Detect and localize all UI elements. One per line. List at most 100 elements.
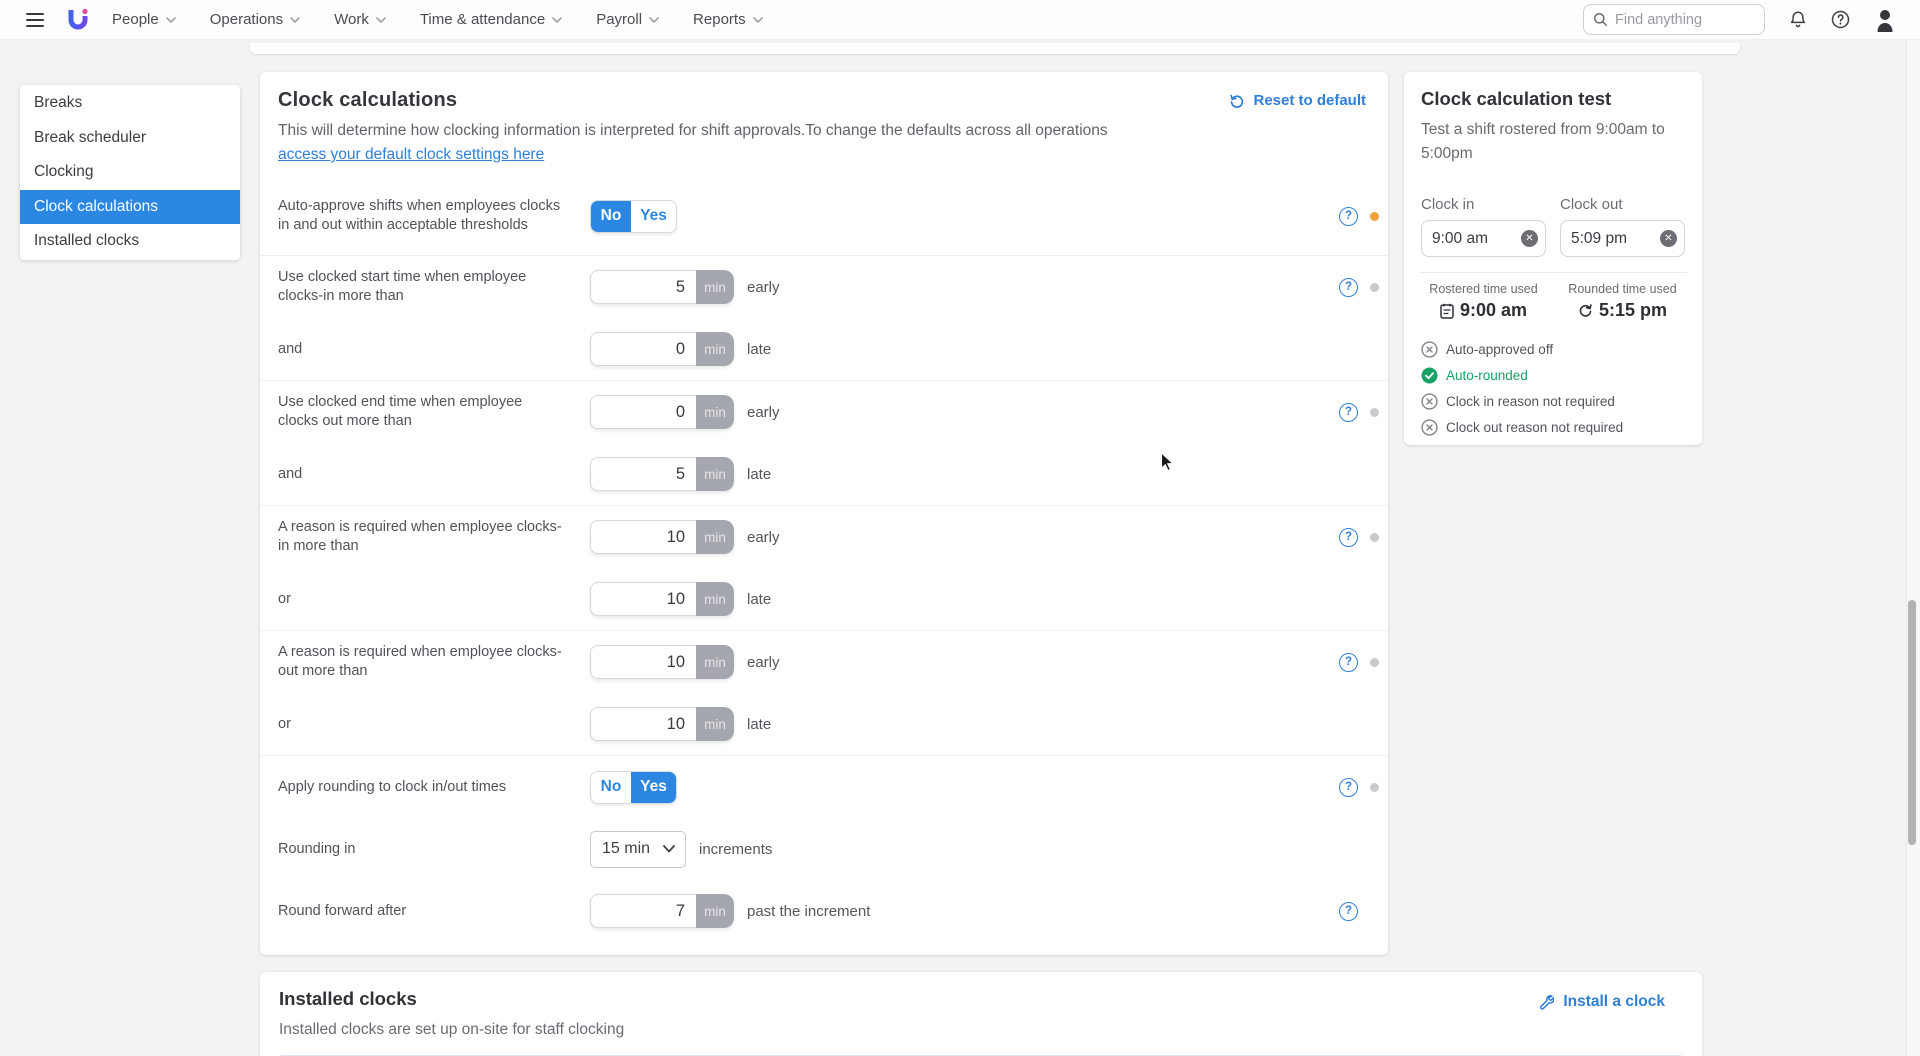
test-panel-title: Clock calculation test [1421,88,1685,110]
minutes-input[interactable] [590,270,696,304]
help-icon[interactable]: ? [1339,403,1358,422]
minutes-input[interactable] [590,457,696,491]
main-nav: People Operations Work Time & attendance… [112,11,763,28]
minutes-input[interactable] [590,894,696,928]
toggle-yes-button[interactable]: Yes [631,772,676,803]
setting-row-reason-out-late: or min late [260,693,1388,755]
auto-approve-toggle: No Yes [590,200,677,233]
search-input[interactable] [1615,12,1745,28]
refresh-icon [1578,303,1593,318]
minutes-input-group: min [590,332,734,366]
help-icon[interactable]: ? [1339,278,1358,297]
top-bar: People Operations Work Time & attendance… [0,0,1920,40]
suffix-label: late [747,716,771,733]
chevron-down-icon [753,17,763,23]
global-search [1583,4,1765,35]
setting-label: Apply rounding to clock in/out times [278,778,578,797]
rounded-time-value-row: 5:15 pm [1560,300,1685,321]
sidebar-item-clock-calculations[interactable]: Clock calculations [20,190,240,225]
minutes-input[interactable] [590,332,696,366]
minutes-input[interactable] [590,395,696,429]
nav-label: People [112,11,159,28]
minutes-input-group: min [590,520,734,554]
nav-payroll[interactable]: Payroll [596,11,659,28]
clear-icon[interactable]: ✕ [1660,230,1677,247]
setting-row-reason-in-late: or min late [260,568,1388,630]
user-avatar[interactable] [1874,8,1896,32]
unit-chip: min [696,707,734,741]
clear-icon[interactable]: ✕ [1521,230,1538,247]
minutes-input[interactable] [590,707,696,741]
help-icon[interactable]: ? [1339,528,1358,547]
status-clock-out-reason: Clock out reason not required [1421,419,1685,436]
chevron-down-icon [649,17,659,23]
status-dot [1370,283,1379,292]
setting-label: Round forward after [278,902,578,921]
toggle-no-button[interactable]: No [591,772,631,803]
sidebar-item-installed-clocks[interactable]: Installed clocks [20,224,240,259]
minutes-input[interactable] [590,582,696,616]
setting-row-clocked-start-early: Use clocked start time when employee clo… [260,256,1388,318]
status-auto-rounded: Auto-rounded [1421,367,1685,384]
status-clock-in-reason: Clock in reason not required [1421,393,1685,410]
minutes-input[interactable] [590,520,696,554]
search-icon [1593,12,1608,27]
nav-label: Work [334,11,369,28]
minutes-input[interactable] [590,645,696,679]
clock-calculations-card: Clock calculations Reset to default This… [260,72,1388,955]
sidebar-item-break-scheduler[interactable]: Break scheduler [20,121,240,156]
minutes-input-group: min [590,707,734,741]
app-logo[interactable] [66,7,90,33]
rounding-increment-select[interactable]: 15 min [590,831,686,868]
setting-row-apply-rounding: Apply rounding to clock in/out times No … [260,756,1388,818]
status-dot [1370,658,1379,667]
help-icon[interactable] [1831,10,1850,29]
status-dot [1370,212,1379,221]
setting-label: Use clocked start time when employee clo… [278,268,578,306]
setting-row-clocked-end-late: and min late [260,443,1388,505]
nav-reports[interactable]: Reports [693,11,763,28]
setting-row-reason-out-early: A reason is required when employee clock… [260,631,1388,693]
setting-label: Rounding in [278,840,578,859]
setting-row-auto-approve: Auto-approve shifts when employees clock… [260,177,1388,255]
unit-chip: min [696,894,734,928]
status-dot [1370,783,1379,792]
minutes-input-group: min [590,395,734,429]
setting-row-clocked-start-late: and min late [260,318,1388,380]
installed-clocks-card: Installed clocks Installed clocks are se… [260,972,1702,1056]
nav-operations[interactable]: Operations [210,11,300,28]
x-circle-icon [1421,341,1438,358]
scrollbar-thumb[interactable] [1908,600,1916,845]
sidebar-item-clocking[interactable]: Clocking [20,155,240,190]
schedule-icon [1440,303,1454,319]
notifications-bell-icon[interactable] [1789,10,1807,29]
help-icon[interactable]: ? [1339,902,1358,921]
help-icon[interactable]: ? [1339,207,1358,226]
setting-label: A reason is required when employee clock… [278,518,578,556]
setting-row-clocked-end-early: Use clocked end time when employee clock… [260,381,1388,443]
setting-label: A reason is required when employee clock… [278,643,578,681]
reset-icon [1229,93,1245,109]
toggle-yes-button[interactable]: Yes [631,201,676,232]
suffix-label: early [747,404,780,421]
nav-work[interactable]: Work [334,11,386,28]
installed-clocks-title: Installed clocks [279,988,624,1010]
install-a-clock-button[interactable]: Install a clock [1538,993,1665,1011]
status-text: Auto-approved off [1446,342,1553,357]
reset-to-default-button[interactable]: Reset to default [1229,92,1366,109]
scrollbar-track[interactable] [1906,40,1920,1056]
default-clock-settings-link[interactable]: access your default clock settings here [278,146,544,163]
nav-time-attendance[interactable]: Time & attendance [420,11,562,28]
section-description: This will determine how clocking informa… [278,119,1158,167]
toggle-no-button[interactable]: No [591,201,631,232]
minutes-input-group: min [590,270,734,304]
help-icon[interactable]: ? [1339,778,1358,797]
select-value: 15 min [602,840,650,858]
hamburger-menu-icon[interactable] [26,13,44,27]
rostered-time-value-row: 9:00 am [1421,300,1546,321]
nav-people[interactable]: People [112,11,176,28]
sidebar-item-breaks[interactable]: Breaks [20,86,240,121]
chevron-down-icon [166,17,176,23]
help-icon[interactable]: ? [1339,653,1358,672]
unit-chip: min [696,582,734,616]
